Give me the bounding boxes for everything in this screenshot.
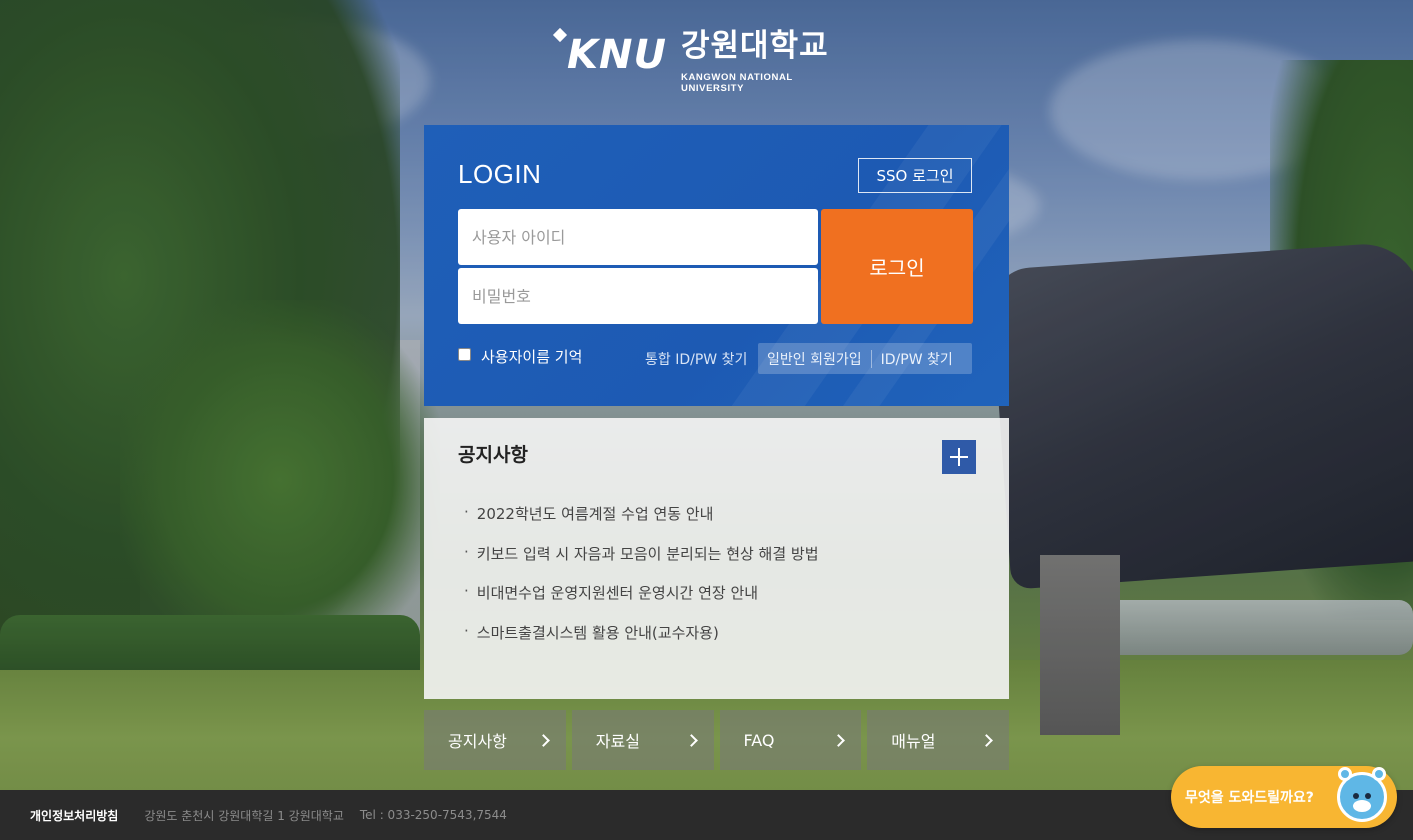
footer-tel: Tel : 033-250-7543,7544 bbox=[359, 808, 507, 822]
password-input[interactable] bbox=[458, 268, 818, 324]
bullet-icon: · bbox=[464, 621, 469, 640]
chevron-right-icon bbox=[536, 733, 550, 747]
login-title: LOGIN bbox=[458, 159, 542, 189]
notice-title: 공지사항 bbox=[458, 444, 528, 466]
remember-username[interactable]: 사용자이름 기억 bbox=[458, 346, 582, 367]
chevron-right-icon bbox=[832, 733, 846, 747]
quick-menu-notice[interactable]: 공지사항 bbox=[424, 710, 566, 770]
notice-more-button[interactable] bbox=[942, 440, 976, 474]
bullet-icon: · bbox=[464, 542, 469, 561]
username-input[interactable] bbox=[458, 209, 818, 265]
sso-login-button[interactable]: SSO 로그인 bbox=[858, 158, 972, 193]
chevron-right-icon bbox=[980, 733, 993, 747]
quick-menu-manual[interactable]: 매뉴얼 bbox=[867, 710, 1009, 770]
bullet-icon: · bbox=[464, 503, 469, 521]
privacy-policy-link[interactable]: 개인정보처리방침 bbox=[30, 807, 118, 824]
notice-item[interactable]: · 2022학년도 여름계절 수업 연동 안내 bbox=[464, 503, 819, 543]
account-links: 일반인 회원가입 ID/PW 찾기 bbox=[758, 343, 972, 374]
quick-menu: 공지사항 자료실 FAQ 매뉴얼 bbox=[424, 710, 1009, 770]
bear-mascot-icon bbox=[1337, 767, 1387, 822]
find-integrated-idpw-link[interactable]: 통합 ID/PW 찾기 bbox=[645, 349, 747, 369]
logo-korean-name: 강원대학교 bbox=[681, 28, 829, 64]
chevron-right-icon bbox=[684, 733, 698, 747]
quick-menu-archive[interactable]: 자료실 bbox=[571, 710, 714, 770]
logo-english-name: KANGWON NATIONAL UNIVERSITY bbox=[681, 72, 793, 94]
chatbot-button[interactable]: 무엇을 도와드릴까요? bbox=[1171, 766, 1397, 828]
chatbot-label: 무엇을 도와드릴까요? bbox=[1185, 790, 1314, 806]
notice-panel: 공지사항 · 2022학년도 여름계절 수업 연동 안내 · 키보드 입력 시 자음… bbox=[424, 418, 1009, 699]
university-logo[interactable]: KNU 강원대학교 KANGWON NATIONAL UNIVERSITY bbox=[552, 27, 853, 94]
notice-item[interactable]: · 키보드 입력 시 자음과 모음이 분리되는 현상 해결 방법 bbox=[464, 543, 819, 583]
notice-list: · 2022학년도 여름계절 수업 연동 안내 · 키보드 입력 시 자음과 모음이… bbox=[464, 503, 819, 661]
remember-checkbox[interactable] bbox=[458, 348, 471, 361]
find-idpw-link[interactable]: ID/PW 찾기 bbox=[872, 349, 962, 369]
notice-item[interactable]: · 비대면수업 운영지원센터 운영시간 연장 안내 bbox=[464, 582, 819, 622]
notice-item[interactable]: · 스마트출결시스템 활용 안내(교수자용) bbox=[464, 622, 819, 662]
login-button[interactable]: 로그인 bbox=[821, 209, 973, 324]
remember-label: 사용자이름 기억 bbox=[481, 348, 583, 366]
bullet-icon: · bbox=[464, 582, 469, 600]
quick-menu-faq[interactable]: FAQ bbox=[719, 710, 862, 770]
knu-logo-mark: KNU bbox=[552, 27, 669, 78]
login-panel: LOGIN SSO 로그인 로그인 사용자이름 기억 통합 ID/PW 찾기 일… bbox=[424, 125, 1009, 406]
footer-address: 강원도 춘천시 강원대학길 1 강원대학교 bbox=[144, 808, 344, 823]
general-signup-link[interactable]: 일반인 회원가입 bbox=[758, 349, 871, 369]
logo-mark-text: KNU bbox=[567, 32, 667, 78]
